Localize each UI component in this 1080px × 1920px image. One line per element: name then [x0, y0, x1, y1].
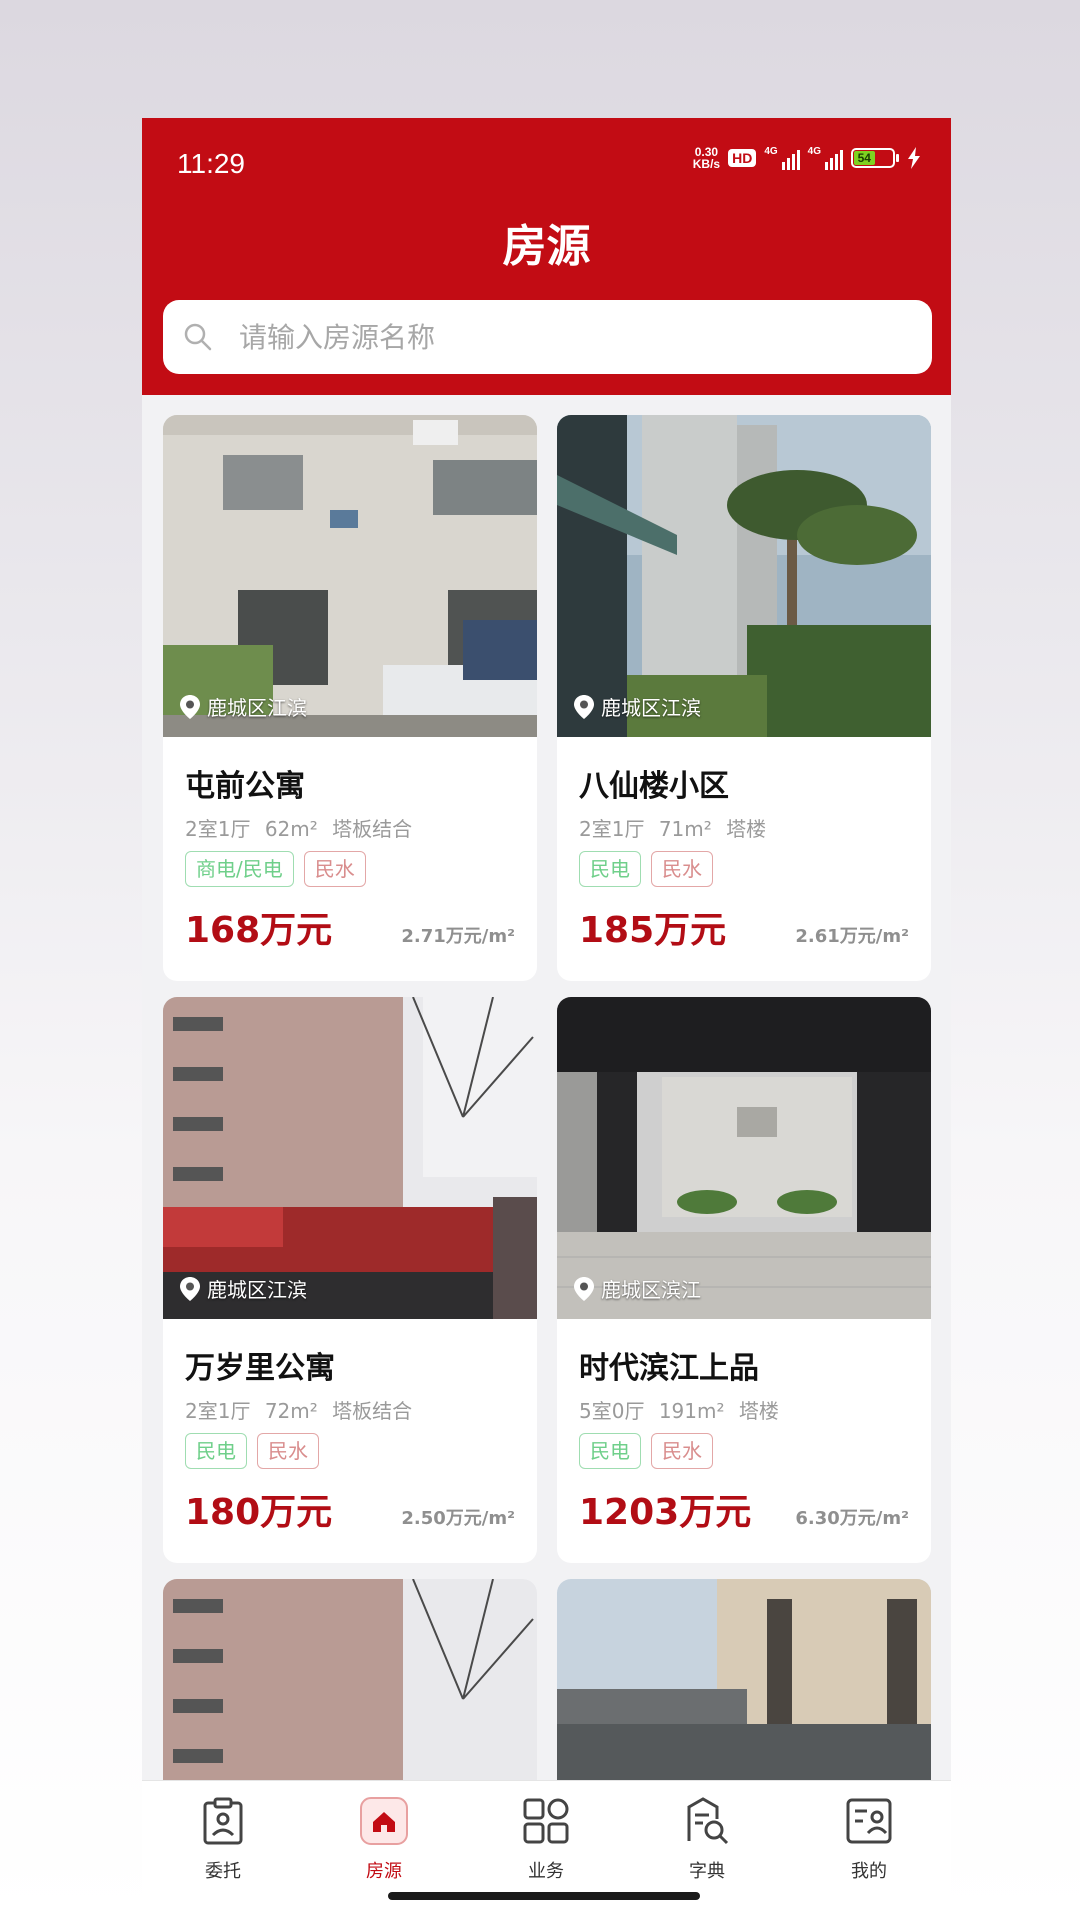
listing-type: 塔板结合 — [332, 817, 413, 841]
app-header: 11:29 0.30 KB/s HD 4G 4G 54 房源 — [142, 118, 951, 395]
network-speed: 0.30 KB/s — [693, 146, 720, 170]
listing-layout: 2室1厅 — [185, 1399, 251, 1423]
network-speed-unit: KB/s — [692, 157, 721, 171]
profile-card-icon — [846, 1798, 892, 1844]
listing-photo — [557, 1579, 931, 1780]
listing-card[interactable] — [557, 1579, 931, 1780]
listing-price: 180万元 — [185, 1492, 333, 1533]
listing-tags: 民电 民水 — [185, 1433, 515, 1471]
tag-electricity: 商电/民电 — [185, 851, 294, 887]
listing-tags: 商电/民电 民水 — [185, 851, 515, 889]
listing-card[interactable] — [163, 1579, 537, 1780]
tag-water: 民水 — [651, 1433, 713, 1469]
charging-icon — [908, 147, 920, 169]
signal-icon: 4G — [808, 146, 843, 170]
tab-label: 委托 — [205, 1861, 241, 1882]
tab-dictionary[interactable]: 字典 — [657, 1791, 757, 1883]
listing-meta: 5室0厅 191m² 塔楼 — [579, 1395, 909, 1423]
tab-mine[interactable]: 我的 — [819, 1791, 919, 1883]
tag-water: 民水 — [257, 1433, 319, 1469]
search-bar[interactable] — [163, 300, 932, 374]
location-pin-icon — [180, 694, 200, 719]
listing-photo: 鹿城区滨江 — [557, 997, 931, 1319]
location-text: 鹿城区江滨 — [207, 1278, 307, 1302]
battery-level: 54 — [854, 151, 875, 165]
hd-badge: HD — [728, 149, 757, 167]
listing-type: 塔板结合 — [332, 1399, 413, 1423]
location-pin-icon — [574, 1276, 594, 1301]
tab-business[interactable]: 业务 — [496, 1791, 596, 1883]
listing-tags: 民电 民水 — [579, 851, 909, 889]
listing-type: 塔楼 — [726, 817, 767, 841]
listing-card[interactable]: 鹿城区江滨 屯前公寓 2室1厅 62m² 塔板结合 商电/民电 民水 168万元… — [163, 415, 537, 981]
listing-meta: 2室1厅 71m² 塔楼 — [579, 813, 909, 841]
listing-card[interactable]: 鹿城区江滨 八仙楼小区 2室1厅 71m² 塔楼 民电 民水 185万元 2.6… — [557, 415, 931, 981]
status-time: 11:29 — [177, 148, 245, 179]
listing-name: 万岁里公寓 — [185, 1351, 335, 1386]
tab-label: 业务 — [528, 1861, 564, 1882]
location-label: 鹿城区江滨 — [179, 1274, 307, 1303]
location-text: 鹿城区江滨 — [601, 696, 701, 720]
grid-icon — [523, 1798, 569, 1844]
location-pin-icon — [574, 694, 594, 719]
listing-card[interactable]: 鹿城区江滨 万岁里公寓 2室1厅 72m² 塔板结合 民电 民水 180万元 2… — [163, 997, 537, 1563]
listing-photo: 鹿城区江滨 — [557, 415, 931, 737]
tab-label: 字典 — [689, 1861, 725, 1882]
search-input[interactable] — [237, 319, 881, 355]
search-icon — [184, 323, 212, 351]
listing-photo — [163, 1579, 537, 1780]
listing-card[interactable]: 鹿城区滨江 时代滨江上品 5室0厅 191m² 塔楼 民电 民水 1203万元 … — [557, 997, 931, 1563]
book-search-icon — [687, 1797, 729, 1845]
tab-listings[interactable]: 房源 — [334, 1791, 434, 1883]
clipboard-icon — [203, 1797, 243, 1845]
listing-layout: 2室1厅 — [185, 817, 251, 841]
tab-label: 我的 — [851, 1861, 887, 1882]
listing-name: 时代滨江上品 — [579, 1351, 759, 1386]
location-text: 鹿城区江滨 — [207, 696, 307, 720]
location-text: 鹿城区滨江 — [601, 1278, 701, 1302]
tag-electricity: 民电 — [185, 1433, 247, 1469]
tab-label: 房源 — [366, 1861, 402, 1882]
location-label: 鹿城区滨江 — [573, 1274, 701, 1303]
listing-area: 62m² — [264, 817, 318, 841]
listing-name: 八仙楼小区 — [579, 769, 729, 804]
tag-electricity: 民电 — [579, 1433, 641, 1469]
listing-unit-price: 2.71万元/m² — [401, 926, 515, 947]
listing-tags: 民电 民水 — [579, 1433, 909, 1471]
listing-meta: 2室1厅 72m² 塔板结合 — [185, 1395, 515, 1423]
listing-price: 168万元 — [185, 910, 333, 951]
listing-meta: 2室1厅 62m² 塔板结合 — [185, 813, 515, 841]
location-pin-icon — [180, 1276, 200, 1301]
tab-entrust[interactable]: 委托 — [173, 1791, 273, 1883]
listing-area: 71m² — [658, 817, 712, 841]
listing-type: 塔楼 — [738, 1399, 779, 1423]
listing-area: 72m² — [264, 1399, 318, 1423]
listing-unit-price: 2.50万元/m² — [401, 1508, 515, 1529]
signal-label: 4G — [764, 146, 778, 157]
listing-unit-price: 2.61万元/m² — [795, 926, 909, 947]
listing-layout: 5室0厅 — [579, 1399, 645, 1423]
signal-label: 4G — [807, 146, 821, 157]
listing-photo: 鹿城区江滨 — [163, 415, 537, 737]
tag-electricity: 民电 — [579, 851, 641, 887]
tag-water: 民水 — [303, 851, 366, 887]
location-label: 鹿城区江滨 — [179, 692, 307, 721]
page-title: 房源 — [502, 221, 591, 272]
listing-name: 屯前公寓 — [185, 769, 305, 804]
location-label: 鹿城区江滨 — [573, 692, 701, 721]
tag-water: 民水 — [651, 851, 713, 887]
listing-grid[interactable]: 鹿城区江滨 屯前公寓 2室1厅 62m² 塔板结合 商电/民电 民水 168万元… — [142, 395, 951, 1780]
status-icons: 0.30 KB/s HD 4G 4G 54 — [693, 146, 921, 170]
signal-icon: 4G — [764, 146, 800, 170]
listing-layout: 2室1厅 — [579, 817, 645, 841]
home-icon — [360, 1797, 408, 1845]
listing-unit-price: 6.30万元/m² — [795, 1508, 909, 1529]
listing-price: 185万元 — [579, 910, 727, 951]
listing-price: 1203万元 — [579, 1492, 752, 1533]
home-indicator[interactable] — [388, 1892, 700, 1900]
battery-icon: 54 — [851, 148, 899, 168]
listing-photo: 鹿城区江滨 — [163, 997, 537, 1319]
listing-area: 191m² — [658, 1399, 725, 1423]
phone-screen: 11:29 0.30 KB/s HD 4G 4G 54 房源 请输入房源名称 鹿… — [142, 118, 951, 1920]
